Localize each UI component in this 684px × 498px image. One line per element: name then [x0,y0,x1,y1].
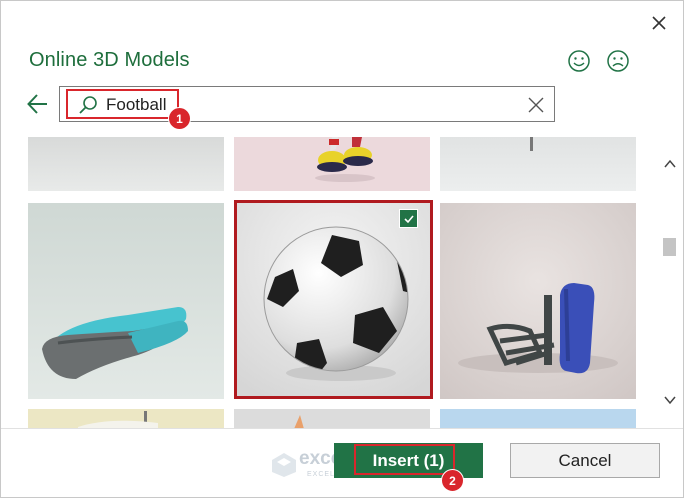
result-tile-partial-8[interactable] [234,409,430,428]
smile-feedback-icon [568,50,590,72]
results-grid [15,137,653,428]
result-tile-soccer-ball[interactable] [234,200,433,399]
selected-check-icon [399,209,418,228]
clear-icon[interactable] [526,95,546,115]
frown-feedback-icon [607,50,629,72]
back-arrow-icon [27,94,47,114]
back-button[interactable] [25,91,53,119]
result-tile-tackling-dummy[interactable] [440,203,636,399]
footer-divider [1,428,683,429]
step-2-badge: 2 [441,469,464,492]
online-3d-models-dialog: Online 3D Models Football 1 EXCEL Insert… [0,0,684,498]
result-tile-mouthguard[interactable] [28,203,224,399]
scroll-up-icon[interactable] [663,157,677,171]
vertical-scrollbar[interactable] [658,137,682,428]
scroll-thumb[interactable] [663,238,676,256]
frown-feedback-button[interactable] [606,49,632,75]
step-1-badge: 1 [168,107,191,130]
result-tile-partial-3[interactable] [440,137,636,191]
scroll-down-icon[interactable] [663,393,677,407]
result-tile-partial-7[interactable] [28,409,224,428]
result-tile-partial-9[interactable] [440,409,636,428]
insert-highlight-box [354,444,455,475]
dialog-title: Online 3D Models [29,49,190,71]
smile-feedback-button[interactable] [567,49,593,75]
result-tile-partial-1[interactable] [28,137,224,191]
close-icon [652,16,666,30]
cancel-button[interactable]: Cancel [510,443,660,478]
search-highlight-box [66,89,179,119]
close-button[interactable] [646,11,672,35]
result-tile-cartoon-shoes[interactable] [234,137,430,191]
watermark-logo-icon [272,453,296,477]
